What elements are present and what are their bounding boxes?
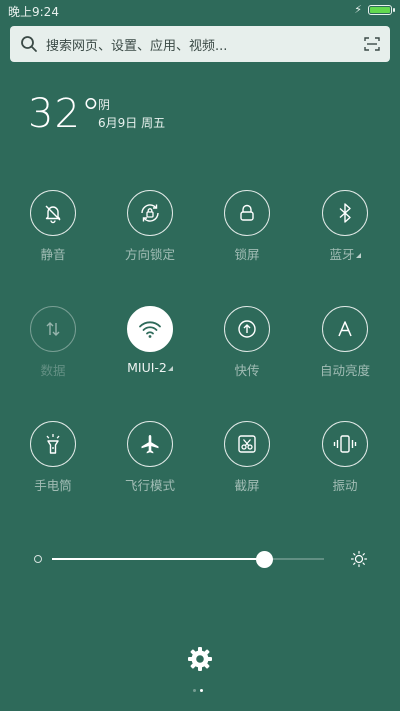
toggle-mobile-data[interactable]: 数据	[13, 306, 93, 379]
toggle-label: 静音	[40, 247, 66, 262]
toggle-quick-transfer[interactable]: 快传	[207, 306, 287, 379]
brightness-track[interactable]	[52, 551, 324, 568]
mobile-data-icon	[46, 322, 60, 336]
brightness-low-icon	[34, 555, 42, 563]
toggle-label: 蓝牙	[305, 244, 385, 263]
toggle-label: 数据	[40, 363, 66, 378]
search-icon	[21, 36, 37, 52]
airplane-icon	[141, 435, 159, 454]
flashlight-icon	[46, 434, 60, 454]
toggle-auto-brightness-circle[interactable]	[322, 306, 368, 352]
page-dot	[193, 689, 196, 692]
status-bar: 晚上9:24 ⚡	[0, 0, 400, 22]
toggle-screenshot-circle[interactable]	[224, 421, 270, 467]
search-bar[interactable]: 搜索网页、设置、应用、视频...	[10, 26, 390, 62]
lock-icon	[240, 204, 254, 221]
quick-transfer-icon	[238, 320, 256, 338]
toggle-flashlight[interactable]: 手电筒	[13, 421, 93, 494]
temperature: 32°	[28, 91, 102, 137]
settings-button[interactable]	[186, 645, 214, 677]
toggle-auto-brightness[interactable]: 自动亮度	[305, 306, 385, 379]
toggle-rotation-lock[interactable]: 方向锁定	[110, 190, 190, 263]
weather-condition: 阴	[98, 98, 111, 112]
vibrate-icon	[333, 435, 357, 453]
toggle-mute[interactable]: 静音	[13, 190, 93, 263]
auto-brightness-icon	[338, 321, 352, 337]
brightness-thumb[interactable]	[256, 551, 274, 568]
search-placeholder[interactable]: 搜索网页、设置、应用、视频...	[46, 35, 364, 54]
toggle-bluetooth[interactable]: 蓝牙	[305, 190, 385, 263]
battery-fill	[370, 7, 390, 13]
toggle-flashlight-circle[interactable]	[30, 421, 76, 467]
menu-indicator-icon	[355, 253, 361, 258]
toggle-airplane-mode[interactable]: 飞行模式	[110, 421, 190, 494]
status-time: 晚上9:24	[8, 5, 59, 19]
battery-icon	[368, 5, 395, 15]
toggle-screenshot[interactable]: 截屏	[207, 421, 287, 494]
page-indicator	[193, 689, 203, 692]
toggle-label: 飞行模式	[124, 478, 175, 493]
brightness-slider[interactable]	[34, 548, 368, 572]
brightness-fill	[52, 558, 265, 560]
menu-indicator-icon	[167, 366, 173, 371]
toggle-label: 锁屏	[234, 247, 260, 262]
toggle-bluetooth-circle[interactable]	[322, 190, 368, 236]
wifi-icon	[139, 321, 161, 338]
toggle-label: 快传	[234, 363, 260, 378]
toggle-rotation-lock-circle[interactable]	[127, 190, 173, 236]
toggle-vibrate[interactable]: 振动	[305, 421, 385, 494]
weather-date: 6月9日 周五	[98, 116, 166, 130]
rotation-lock-icon	[141, 204, 159, 222]
toggle-label-text: MIUI-2	[127, 360, 167, 375]
toggle-lock-screen-circle[interactable]	[224, 190, 270, 236]
toggle-wifi[interactable]: MIUI-2	[110, 306, 190, 375]
toggle-label: MIUI-2	[110, 360, 190, 375]
status-icons: ⚡	[354, 3, 395, 16]
toggle-mute-circle[interactable]	[30, 190, 76, 236]
toggle-vibrate-circle[interactable]	[322, 421, 368, 467]
bluetooth-icon	[339, 203, 351, 223]
toggle-label: 自动亮度	[319, 363, 370, 378]
toggle-airplane-mode-circle[interactable]	[127, 421, 173, 467]
toggle-wifi-circle[interactable]	[127, 306, 173, 352]
toggle-label: 方向锁定	[124, 247, 175, 262]
bell-off-icon	[45, 205, 61, 224]
toggle-lock-screen[interactable]: 锁屏	[207, 190, 287, 263]
page-dot	[200, 689, 203, 692]
toggle-mobile-data-circle[interactable]	[30, 306, 76, 352]
toggle-label: 截屏	[234, 478, 260, 493]
screenshot-icon	[238, 435, 256, 453]
brightness-high-icon	[350, 550, 368, 568]
toggle-quick-transfer-circle[interactable]	[224, 306, 270, 352]
toggle-label: 振动	[332, 478, 358, 493]
toggle-label-text: 蓝牙	[329, 247, 355, 262]
scan-icon[interactable]	[364, 36, 380, 52]
gear-icon	[188, 647, 212, 671]
toggle-label: 手电筒	[34, 478, 72, 493]
charging-icon: ⚡	[354, 3, 362, 16]
